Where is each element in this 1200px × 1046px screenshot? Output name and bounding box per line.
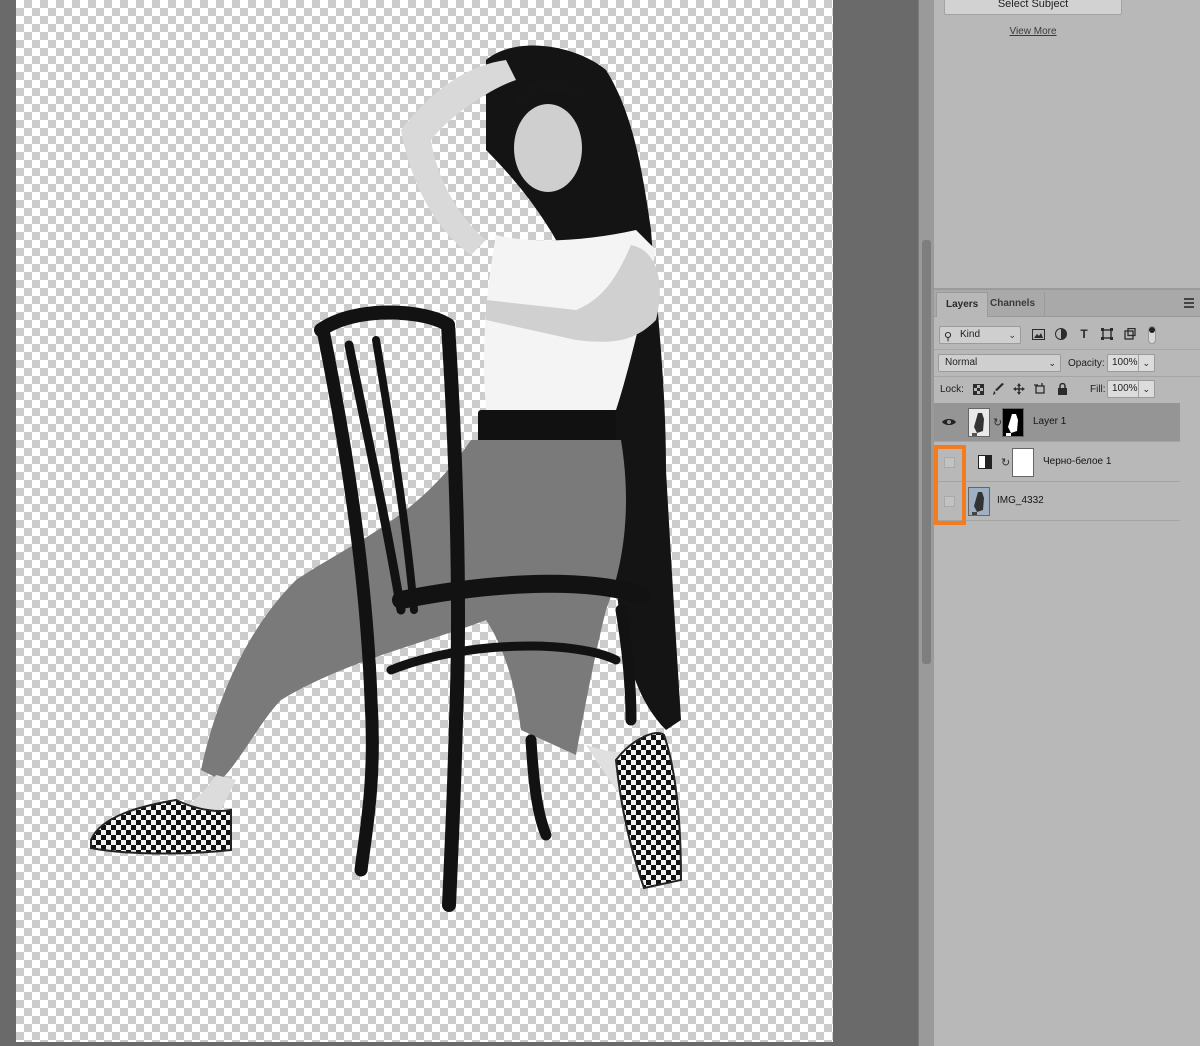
layers-panel-tabs: Layers Channels	[934, 290, 1200, 317]
fill-input[interactable]: 100% ⌄	[1107, 380, 1155, 398]
lock-all-icon[interactable]	[1055, 382, 1069, 396]
search-icon: ⚲	[944, 331, 953, 343]
opacity-input[interactable]: 100% ⌄	[1107, 354, 1155, 372]
tab-channels[interactable]: Channels	[981, 292, 1046, 317]
chevron-down-icon: ⌄	[1008, 330, 1016, 340]
chevron-down-icon: ⌄	[1048, 358, 1056, 368]
black-white-adjustment-icon[interactable]	[978, 455, 992, 469]
lock-transparent-icon[interactable]	[971, 382, 985, 396]
layer-name[interactable]: IMG_4332	[997, 495, 1044, 506]
opacity-label: Opacity:	[1068, 358, 1105, 369]
layer-mask-thumbnail[interactable]	[1002, 408, 1024, 437]
panel-menu-icon[interactable]	[1184, 298, 1194, 308]
shape-filter-icon[interactable]	[1100, 327, 1114, 341]
document-workspace[interactable]	[0, 0, 918, 1046]
blend-row: Normal ⌄ Opacity: 100% ⌄	[934, 349, 1200, 375]
layer-filter-row: ⚲ Kind ⌄ T	[934, 320, 1200, 348]
layer-row-black-white-1[interactable]: ↻ Черно-белое 1	[934, 443, 1180, 482]
scrollbar-thumb[interactable]	[922, 240, 931, 664]
link-icon[interactable]: ↻	[993, 416, 1002, 429]
document-canvas[interactable]	[16, 0, 833, 1042]
adjustment-filter-icon[interactable]	[1054, 327, 1068, 341]
right-panel-dock: Select Subject View More Layers Channels…	[934, 0, 1200, 1046]
filter-kind-label: Kind	[960, 329, 981, 340]
layer-name[interactable]: Layer 1	[1033, 416, 1066, 427]
view-more-link[interactable]: View More	[934, 26, 1132, 37]
image-filter-icon[interactable]	[1031, 327, 1045, 341]
lock-paint-icon[interactable]	[992, 382, 1006, 396]
link-icon[interactable]: ↻	[1001, 456, 1010, 469]
blend-mode-select[interactable]: Normal ⌄	[938, 354, 1061, 372]
chevron-down-icon[interactable]: ⌄	[1138, 381, 1150, 397]
blend-mode-value: Normal	[945, 357, 978, 368]
lock-position-icon[interactable]	[1012, 382, 1026, 396]
layer-row-img-4332[interactable]: IMG_4332	[934, 482, 1180, 521]
lock-artboard-icon[interactable]	[1033, 382, 1047, 396]
fill-label: Fill:	[1090, 384, 1106, 395]
properties-panel: Select Subject View More	[934, 0, 1200, 288]
layer-visibility-toggle[interactable]	[934, 482, 964, 520]
panel-scrollbar[interactable]	[918, 0, 934, 1046]
filter-kind-select[interactable]: ⚲ Kind ⌄	[939, 326, 1021, 344]
layer-thumbnail[interactable]	[968, 408, 990, 437]
filter-toggle-switch[interactable]	[1148, 326, 1156, 344]
photo-subject-cutout	[90, 45, 683, 912]
layer-visibility-toggle[interactable]	[934, 443, 964, 481]
lock-label: Lock:	[940, 384, 964, 395]
type-filter-icon[interactable]: T	[1077, 327, 1091, 341]
eye-icon	[942, 419, 956, 425]
fill-value: 100%	[1112, 383, 1138, 394]
smart-object-filter-icon[interactable]	[1123, 327, 1137, 341]
layer-mask-thumbnail[interactable]	[1012, 448, 1034, 477]
opacity-value: 100%	[1112, 357, 1138, 368]
lock-row: Lock: Fill: 100% ⌄	[934, 376, 1200, 401]
visibility-off-box	[943, 456, 955, 468]
layer-thumbnail[interactable]	[968, 487, 990, 516]
layer-name[interactable]: Черно-белое 1	[1043, 456, 1111, 467]
visibility-off-box	[943, 495, 955, 507]
layer-visibility-toggle[interactable]	[934, 403, 964, 441]
layer-row-layer-1[interactable]: ↻ Layer 1	[934, 403, 1180, 442]
select-subject-button[interactable]: Select Subject	[944, 0, 1122, 15]
chevron-down-icon[interactable]: ⌄	[1138, 355, 1150, 371]
